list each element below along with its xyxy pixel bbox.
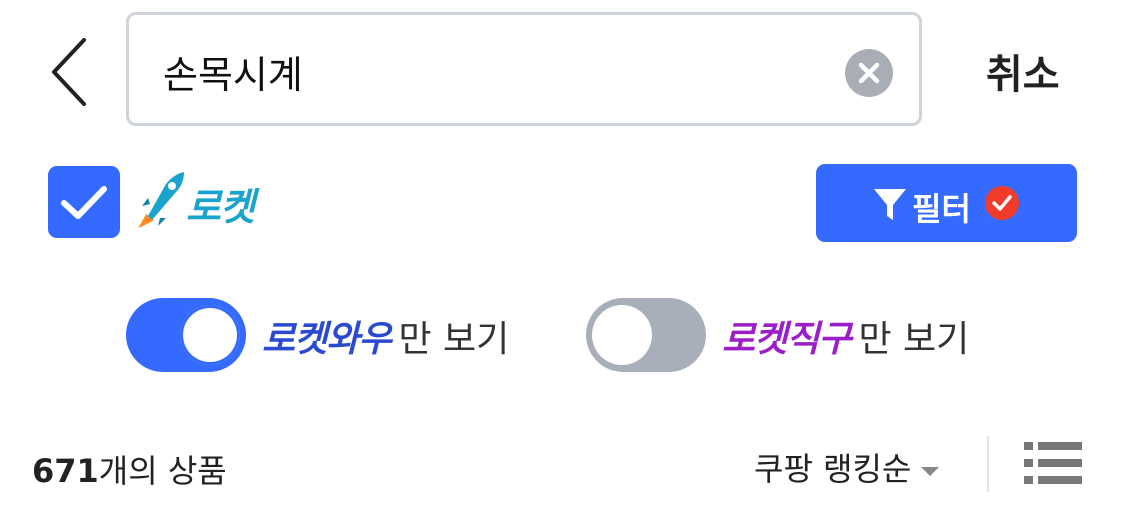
search-box: [126, 12, 922, 126]
filter-button[interactable]: 필터: [816, 164, 1077, 242]
checkmark-icon: [61, 186, 107, 219]
rocket-wow-suffix: 만 보기: [398, 319, 510, 360]
rocket-jikgu-brand: 로켓직구: [722, 319, 851, 360]
sort-label: 쿠팡 랭킹순: [754, 450, 912, 488]
search-input[interactable]: [163, 39, 823, 103]
rocket-label: 로켓: [186, 185, 255, 229]
list-view-icon: [1024, 442, 1082, 484]
clear-circle-icon: [858, 62, 880, 84]
funnel-icon: [874, 189, 906, 220]
check-badge-icon: [985, 186, 1019, 220]
cancel-button[interactable]: 취소: [986, 42, 1060, 100]
rocket-jikgu-label: 로켓직구 만 보기: [722, 310, 969, 362]
rocket-wow-brand: 로켓와우: [262, 319, 391, 360]
rocket-wow-label: 로켓와우 만 보기: [262, 310, 509, 362]
clear-search-button[interactable]: [845, 49, 893, 97]
divider: [987, 436, 989, 492]
chevron-left-icon: [52, 38, 86, 106]
list-view-button[interactable]: [1024, 440, 1082, 486]
sort-dropdown[interactable]: 쿠팡 랭킹순: [754, 444, 940, 490]
result-count: 671개의 상품: [32, 446, 227, 492]
rocket-icon: [138, 172, 184, 228]
result-count-number: 671: [32, 452, 99, 490]
result-count-suffix: 개의 상품: [98, 452, 227, 490]
back-button[interactable]: [40, 34, 100, 110]
caret-down-icon: [921, 466, 940, 476]
rocket-jikgu-toggle[interactable]: [586, 298, 706, 372]
rocket-wow-toggle[interactable]: [126, 298, 246, 372]
rocket-checkbox[interactable]: [48, 166, 120, 238]
toggle-knob: [180, 305, 240, 365]
filter-label: 필터: [912, 190, 971, 228]
rocket-jikgu-suffix: 만 보기: [858, 319, 970, 360]
toggle-knob: [592, 305, 652, 365]
